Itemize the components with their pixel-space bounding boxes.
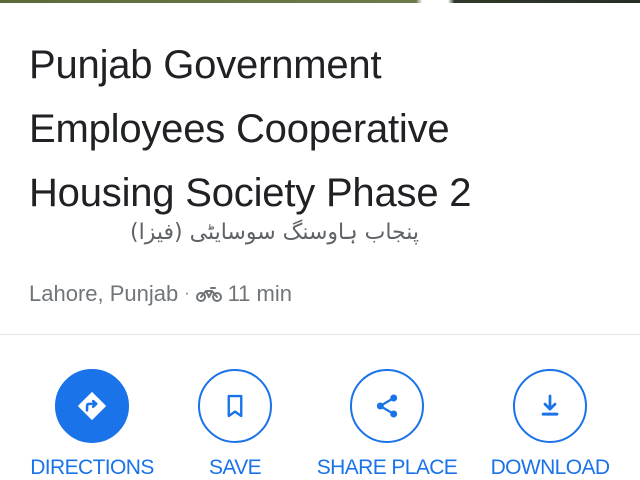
meta-separator: ·	[184, 285, 190, 302]
download-icon	[513, 369, 587, 443]
place-title-line-1: Punjab Government	[29, 43, 382, 87]
place-location: Lahore, Punjab	[29, 281, 179, 306]
place-info-card: Punjab Government Employees Cooperative …	[0, 3, 640, 334]
action-bar: DIRECTIONS SAVE SHARE PLACE DOWNLOAD	[0, 334, 640, 480]
download-label: DOWNLOAD	[490, 456, 610, 479]
directions-icon	[55, 369, 129, 443]
place-title-line-3: Housing Society Phase 2	[29, 171, 472, 215]
place-native-name: پنجاب ہاوسنگ سوسایٹی (فیزا)	[130, 220, 419, 245]
bookmark-icon	[198, 369, 272, 443]
motorcycle-icon	[195, 285, 222, 303]
directions-label: DIRECTIONS	[30, 456, 154, 479]
download-button[interactable]: DOWNLOAD	[470, 369, 630, 480]
directions-button[interactable]: DIRECTIONS	[12, 369, 172, 480]
place-meta: Lahore, Punjab · 11 min	[29, 279, 292, 309]
share-place-button[interactable]: SHARE PLACE	[307, 369, 467, 480]
share-place-label: SHARE PLACE	[316, 456, 458, 479]
save-button[interactable]: SAVE	[155, 369, 315, 480]
save-label: SAVE	[208, 456, 262, 479]
place-title: Punjab Government Employees Cooperative …	[29, 33, 629, 225]
share-icon	[350, 369, 424, 443]
travel-time: 11 min	[227, 281, 292, 306]
place-title-line-2: Employees Cooperative	[29, 107, 450, 151]
place-sheet: Punjab Government Employees Cooperative …	[0, 0, 640, 480]
